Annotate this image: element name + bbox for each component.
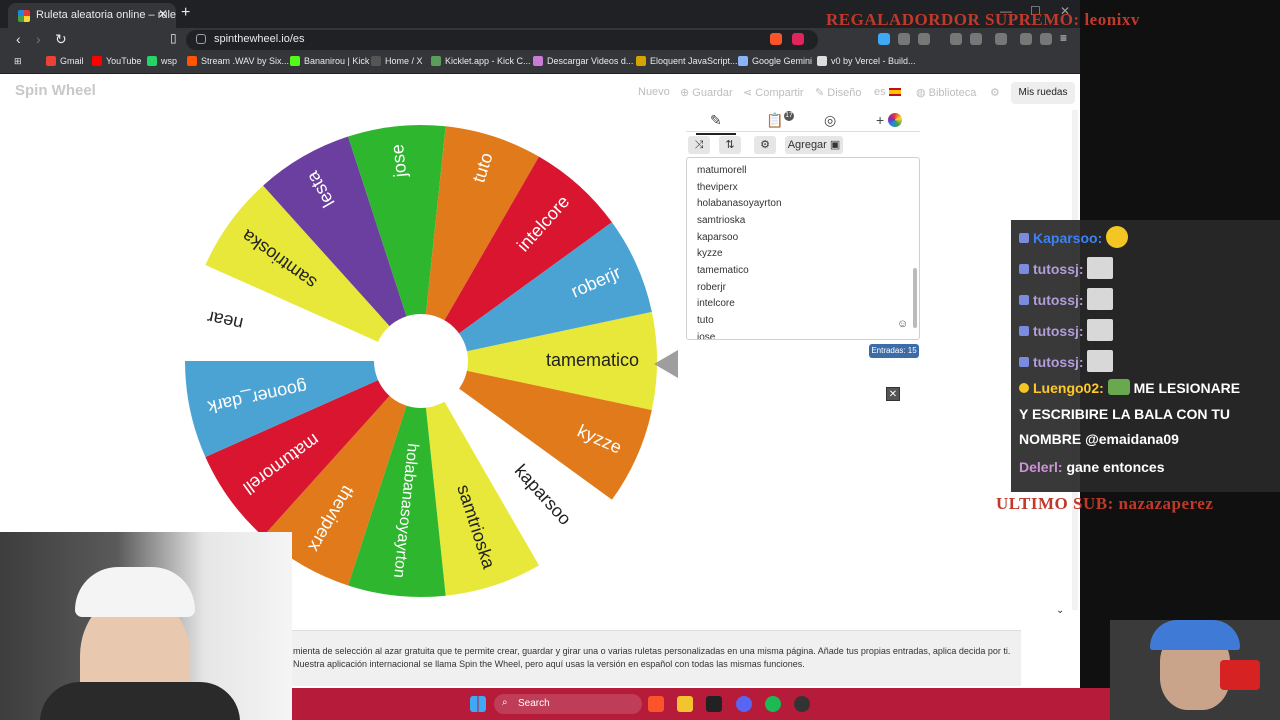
chat-message: Luengo02: ME LESIONARE (1019, 379, 1240, 396)
stream-chat: Kaparsoo: tutossj: tutossj: tutossj: tut… (1011, 220, 1280, 492)
results-tab-icon[interactable]: 📋 (766, 112, 783, 129)
chat-message-continued: Y ESCRIBIRE LA BALA CON TU (1019, 406, 1231, 422)
entry-line: samtrioska (697, 215, 746, 226)
close-ad-icon[interactable]: ✕ (886, 387, 900, 401)
entry-line: holabanasoyayrton (697, 198, 782, 209)
advanced-button[interactable]: ⚙ (754, 136, 776, 154)
windows-taskbar: ⌕ Search (292, 688, 1110, 720)
top-gifter-banner: REGALADORDOR SUPREMO: leonixv (826, 10, 1140, 29)
wheel-pointer (654, 350, 678, 378)
obs-icon[interactable] (794, 696, 810, 712)
sort-button[interactable]: ⇅ (719, 136, 741, 154)
chat-message: tutossj: (1019, 319, 1114, 341)
entry-line: matumorell (697, 165, 747, 176)
brave-taskbar-icon[interactable] (648, 696, 664, 712)
entry-line: kyzze (697, 248, 723, 259)
entry-line: jose (697, 332, 716, 340)
second-webcam-overlay (1110, 620, 1280, 720)
entry-line: theviperx (697, 182, 738, 193)
entries-panel-tabs: ✎ 📋 ◎ + (686, 110, 920, 135)
hide-tab-icon[interactable]: ◎ (824, 112, 836, 129)
entries-scrollbar[interactable] (913, 268, 917, 328)
file-explorer-icon[interactable] (677, 696, 693, 712)
emoji-icon[interactable]: ☺ (897, 318, 908, 330)
entry-line: kaparsoo (697, 232, 739, 243)
chat-message: Delerl: gane entonces (1019, 459, 1165, 475)
add-color-tab-icon[interactable]: + (876, 112, 903, 128)
chat-message: tutossj: (1019, 288, 1114, 310)
entry-line: tuto (697, 315, 714, 326)
chat-message: tutossj: (1019, 257, 1114, 279)
edit-tab-icon[interactable]: ✎ (696, 112, 736, 135)
chat-message: tutossj: (1019, 350, 1114, 372)
emote-icon (1087, 257, 1114, 279)
taskbar-search[interactable]: ⌕ Search (494, 694, 642, 714)
last-sub-banner: ULTIMO SUB: nazazaperez (996, 494, 1214, 513)
add-image-button[interactable]: Agregar ▣ (785, 136, 843, 154)
chevron-down-icon[interactable]: ⌄ (1056, 605, 1064, 616)
discord-icon[interactable] (736, 696, 752, 712)
chat-message: Kaparsoo: (1019, 226, 1129, 248)
emote-icon (1106, 226, 1129, 248)
entry-line: intelcore (697, 298, 735, 309)
site-description: mienta de selección al azar gratuita que… (291, 630, 1021, 686)
search-icon: ⌕ (502, 697, 508, 708)
spotify-icon[interactable] (765, 696, 781, 712)
emote-icon (1087, 350, 1114, 372)
entry-line: roberjr (697, 282, 726, 293)
emote-icon (1087, 288, 1114, 310)
webcam-overlay (0, 532, 292, 720)
emote-icon (1087, 319, 1114, 341)
entries-count-badge: Entradas: 15 (869, 344, 919, 358)
capcut-icon[interactable] (706, 696, 722, 712)
entries-textarea[interactable]: matumorell theviperx holabanasoyayrton s… (686, 157, 920, 340)
wheel-segment-label: jose (387, 143, 410, 179)
results-count-badge: 17 (784, 111, 794, 121)
chat-message-continued: NOMBRE @emaidana09 (1019, 431, 1179, 447)
entry-line: tamematico (697, 265, 749, 276)
shuffle-button[interactable]: ⤨ (688, 136, 710, 154)
emote-icon (1107, 379, 1130, 395)
wheel-segment-label: tamematico (546, 350, 639, 370)
windows-start-icon[interactable] (470, 696, 486, 712)
wheel-center[interactable] (374, 314, 468, 408)
